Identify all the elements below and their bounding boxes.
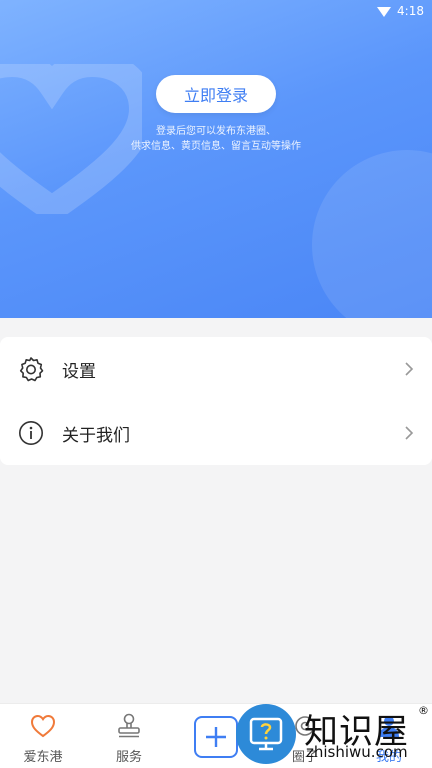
login-hint-line2: 供求信息、黄页信息、留言互动等操作 [131,141,301,152]
gear-icon [19,357,44,382]
publish-plus-button[interactable] [194,716,238,758]
login-header: 4:18 立即登录 登录后您可以发布东港圈、 供求信息、黄页信息、留言互动等操作 [0,0,432,318]
plus-icon [206,727,226,747]
chevron-right-icon [405,362,414,376]
wifi-icon [377,7,392,17]
watermark-registered: ® [418,704,429,717]
stamp-icon [118,713,140,738]
question-monitor-icon [249,717,283,751]
tab-label-service: 服务 [115,750,142,765]
chevron-right-icon [405,426,414,440]
watermark-logo [236,704,296,764]
watermark-url: zhishiwu.com [306,743,408,761]
menu-item-settings[interactable]: 设置 [0,337,432,401]
info-icon [19,421,43,445]
status-time: 4:18 [397,4,424,18]
heart-icon [30,714,56,738]
tab-aidonggang[interactable]: 爱东港 [0,704,86,768]
menu-label-settings: 设置 [62,361,96,382]
login-hint-line1: 登录后您可以发布东港圈、 [156,126,276,137]
tab-label-aidonggang: 爱东港 [23,750,63,765]
status-bar: 4:18 [377,0,432,22]
circle-decoration [312,150,432,318]
menu-card: 设置 关于我们 [0,337,432,465]
tab-service[interactable]: 服务 [86,704,172,768]
login-button[interactable]: 立即登录 [156,75,276,113]
menu-item-about[interactable]: 关于我们 [0,401,432,465]
menu-label-about: 关于我们 [62,425,130,446]
login-hint: 登录后您可以发布东港圈、 供求信息、黄页信息、留言互动等操作 [0,124,432,154]
